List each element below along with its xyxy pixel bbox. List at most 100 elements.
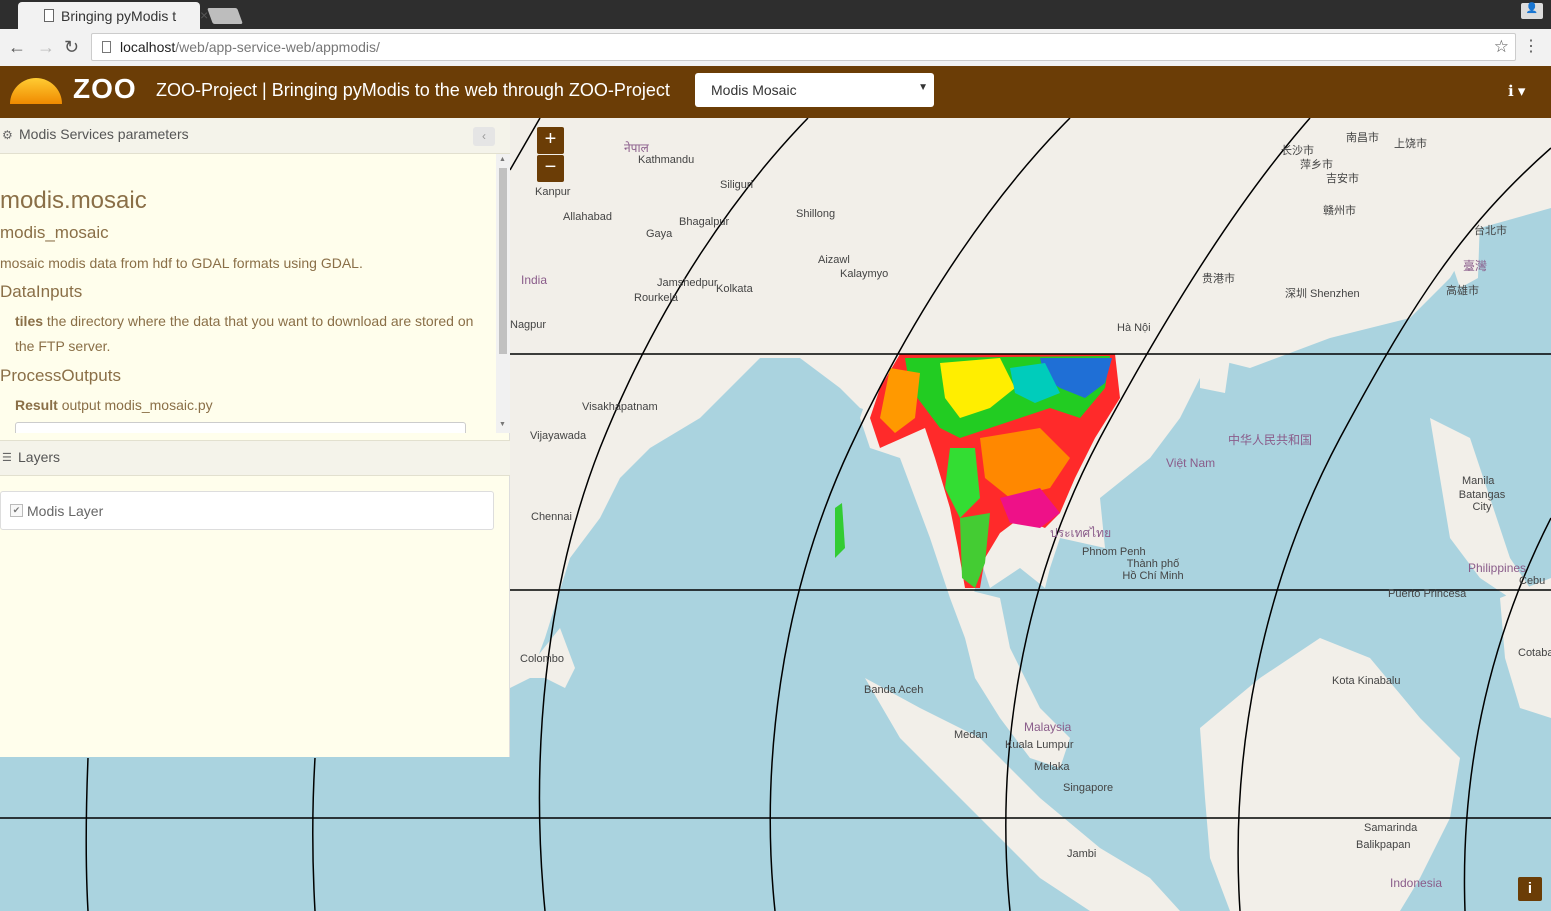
- layers-panel-header[interactable]: ☰ Layers: [0, 440, 510, 476]
- map-label: Medan: [954, 729, 988, 741]
- forward-button[interactable]: →: [37, 37, 55, 58]
- page-title: ZOO-Project | Bringing pyModis to the we…: [156, 80, 670, 100]
- map-label: Rourkela: [634, 292, 679, 304]
- map-label: 上饶市: [1394, 138, 1427, 150]
- map-label: Allahabad: [563, 211, 612, 223]
- collapse-panel-button[interactable]: ‹: [473, 127, 495, 146]
- left-panel: ⚙ Modis Services parameters ‹ modis.mosa…: [0, 118, 510, 757]
- map-label: Jamshedpur: [657, 277, 718, 289]
- services-panel-title: Modis Services parameters: [19, 126, 189, 142]
- map-label: Bhagalpur: [679, 216, 730, 228]
- layer-label: Modis Layer: [27, 503, 104, 519]
- map-label: Indonesia: [1390, 876, 1443, 890]
- map-label: 贵港市: [1202, 273, 1235, 285]
- map-label: 高雄市: [1446, 285, 1479, 297]
- scroll-down-icon[interactable]: ▼: [499, 421, 506, 428]
- map-label: Nagpur: [510, 319, 547, 331]
- map-label: Puerto Princesa: [1388, 588, 1467, 600]
- map-label: Colombo: [520, 653, 565, 665]
- back-button[interactable]: ←: [8, 37, 26, 58]
- map-label: Samarinda: [1364, 822, 1418, 834]
- info-menu-button[interactable]: ℹ ▾: [1508, 82, 1525, 100]
- map-label: Kolkata: [716, 283, 753, 295]
- service-select-value: Modis Mosaic: [711, 82, 797, 98]
- service-select[interactable]: Modis Mosaic ▼: [695, 73, 934, 107]
- url-host: localhost: [120, 39, 176, 55]
- process-description: modis.mosaic modis_mosaic mosaic modis d…: [0, 154, 496, 433]
- attribution-info-button[interactable]: i: [1518, 877, 1542, 901]
- bookmark-star-icon[interactable]: ☆: [1494, 37, 1509, 57]
- new-tab-button[interactable]: [207, 8, 243, 24]
- layer-item[interactable]: ✔ Modis Layer: [0, 491, 494, 530]
- map-label: Singapore: [1063, 782, 1114, 794]
- zoom-in-button[interactable]: +: [537, 127, 564, 154]
- map-label: Batangas City: [1458, 489, 1506, 513]
- services-panel-header[interactable]: ⚙ Modis Services parameters ‹: [0, 118, 510, 154]
- output-param-description: output modis_mosaic.py: [61, 397, 213, 413]
- zoo-logo[interactable]: ZOO: [73, 73, 137, 105]
- map-label: 深圳 Shenzhen: [1285, 288, 1360, 300]
- processoutputs-heading: ProcessOutputs: [0, 366, 121, 385]
- map-label: Việt Nam: [1166, 456, 1216, 470]
- map-label: Thành phố Hồ Chí Minh: [1122, 558, 1184, 582]
- panel-scrollbar[interactable]: ▲ ▼: [496, 154, 510, 433]
- gears-icon: ⚙: [2, 128, 13, 142]
- input-param-name: tiles: [15, 313, 44, 329]
- map-label: Visakhapatnam: [582, 401, 658, 413]
- reload-button[interactable]: ↻: [64, 37, 79, 58]
- profile-icon[interactable]: 👤: [1521, 3, 1543, 19]
- layers-title: Layers: [18, 449, 61, 465]
- map-label: Balikpapan: [1356, 839, 1411, 851]
- input-param: tiles the directory where the data that …: [15, 309, 475, 359]
- map-label: Siliguri: [720, 179, 754, 191]
- output-format-select[interactable]: [15, 422, 466, 433]
- url-input[interactable]: localhost/web/app-service-web/appmodis/ …: [91, 33, 1516, 61]
- map-label: Manila: [1462, 475, 1495, 487]
- map-label: Melaka: [1034, 761, 1070, 773]
- map-label: Hà Nội: [1117, 322, 1151, 334]
- map-label: नेपाल: [624, 141, 649, 155]
- process-title: modis.mosaic: [0, 187, 147, 214]
- map-label: Aizawl: [818, 254, 850, 266]
- map-label: 赣州市: [1323, 205, 1356, 217]
- url-text: localhost/web/app-service-web/appmodis/: [120, 39, 380, 55]
- map-label: 吉安市: [1326, 173, 1359, 185]
- map-label: Philippines: [1468, 561, 1527, 575]
- map-label: Vijayawada: [530, 430, 587, 442]
- url-path: /web/app-service-web/appmodis/: [175, 39, 380, 55]
- browser-tab-bar: Bringing pyModis t × 👤: [0, 0, 1551, 29]
- map-label: Kalaymyo: [840, 268, 889, 280]
- page-info-icon[interactable]: [102, 41, 111, 53]
- map-label: 臺灣: [1463, 259, 1488, 273]
- scroll-thumb[interactable]: [499, 168, 507, 354]
- map-label: Cebu: [1519, 575, 1546, 587]
- map-label: 中华人民共和国: [1228, 433, 1313, 447]
- page-icon: [44, 9, 54, 22]
- map-label: Jambi: [1067, 848, 1097, 860]
- map-label: Malaysia: [1024, 720, 1072, 734]
- output-param-name: Result: [15, 397, 58, 413]
- layer-visibility-checkbox[interactable]: ✔: [10, 504, 23, 517]
- map-label: Banda Aceh: [864, 684, 924, 696]
- map-label: Chennai: [531, 511, 572, 523]
- map-label: ประเทศไทย: [1050, 526, 1112, 540]
- map-label: Gaya: [646, 228, 673, 240]
- land-hainan: [1200, 358, 1230, 393]
- map-label: Kuala Lumpur: [1005, 739, 1074, 751]
- map-label: 台北市: [1474, 225, 1507, 237]
- process-identifier: modis_mosaic: [0, 223, 109, 242]
- map-label: Kanpur: [535, 186, 571, 198]
- map-label: Shillong: [796, 208, 836, 220]
- browser-menu-icon[interactable]: ⋮: [1523, 36, 1539, 56]
- zoom-out-button[interactable]: −: [537, 155, 564, 182]
- scroll-up-icon[interactable]: ▲: [499, 156, 506, 163]
- input-param-description: the directory where the data that you wa…: [15, 313, 474, 354]
- map-label: Cotabato: [1518, 647, 1551, 659]
- tab-title: Bringing pyModis t: [61, 8, 177, 24]
- caret-down-icon: ▼: [918, 82, 928, 93]
- output-param: Result output modis_mosaic.py: [15, 393, 475, 418]
- process-description-text: mosaic modis data from hdf to GDAL forma…: [0, 255, 363, 271]
- browser-tab[interactable]: Bringing pyModis t ×: [18, 2, 208, 29]
- datainputs-heading: DataInputs: [0, 282, 83, 301]
- map-label: 南昌市: [1346, 132, 1379, 144]
